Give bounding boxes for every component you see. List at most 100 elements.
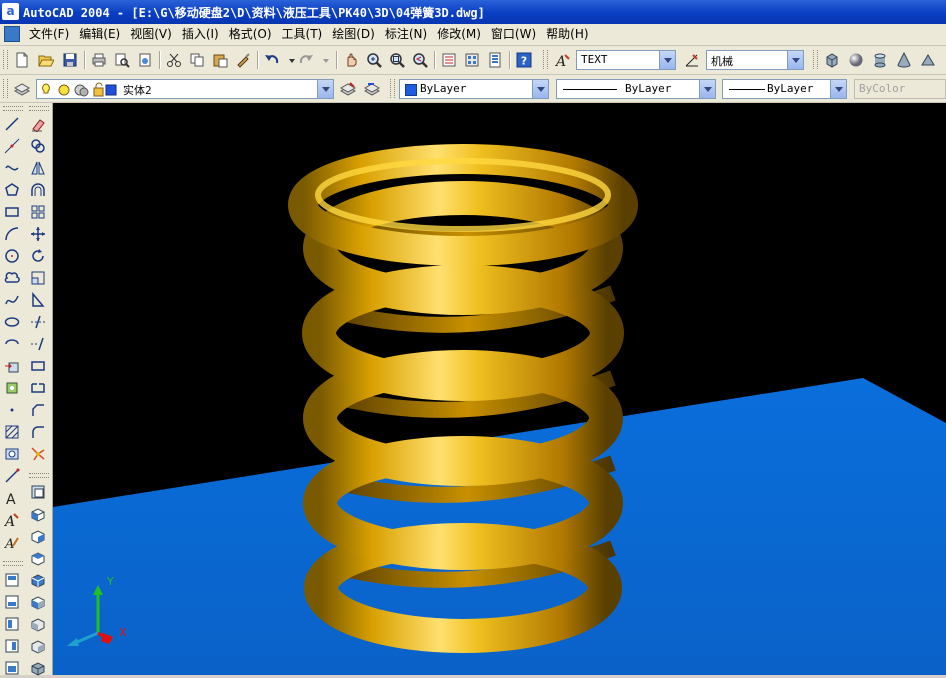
toolbar-grip[interactable] [3, 79, 8, 98]
plot-preview-icon[interactable] [112, 50, 132, 70]
join-icon[interactable] [28, 378, 48, 398]
view-right-icon[interactable] [2, 636, 22, 656]
ellipse-icon[interactable] [2, 312, 22, 332]
save-icon[interactable] [60, 50, 80, 70]
menu-view[interactable]: 视图(V) [125, 24, 177, 45]
view-3d-icon[interactable] [28, 614, 48, 634]
zoom-realtime-icon[interactable] [364, 50, 384, 70]
lineweight-control-dropdown[interactable]: ByLayer [722, 79, 847, 99]
view-top-icon[interactable] [2, 570, 22, 590]
fillet-icon[interactable] [28, 422, 48, 442]
line-icon[interactable] [2, 114, 22, 134]
undo-icon[interactable] [262, 50, 282, 70]
view-sw-iso-icon[interactable] [28, 504, 48, 524]
polyline-icon[interactable] [2, 158, 22, 178]
spline-icon[interactable] [2, 290, 22, 310]
view-bottom-icon[interactable] [2, 592, 22, 612]
toolbar-grip[interactable] [813, 50, 818, 69]
sphere-icon[interactable] [846, 50, 866, 70]
3d-orbit-icon[interactable] [28, 482, 48, 502]
explode-icon[interactable] [28, 444, 48, 464]
toolbar-grip[interactable] [390, 79, 395, 98]
menu-insert[interactable]: 插入(I) [177, 24, 224, 45]
rotate-icon[interactable] [28, 246, 48, 266]
menu-edit[interactable]: 编辑(E) [74, 24, 125, 45]
designcenter-icon[interactable] [462, 50, 482, 70]
insert-block-icon[interactable] [2, 356, 22, 376]
menu-format[interactable]: 格式(O) [224, 24, 277, 45]
paste-icon[interactable] [210, 50, 230, 70]
text-style-icon[interactable]: A [552, 50, 572, 70]
stretch-icon[interactable] [28, 290, 48, 310]
toolbar-grip[interactable] [543, 50, 548, 69]
menu-tools[interactable]: 工具(T) [277, 24, 328, 45]
move-icon[interactable] [28, 224, 48, 244]
make-block-icon[interactable] [2, 378, 22, 398]
toolbar-grip[interactable] [29, 106, 49, 111]
publish-icon[interactable] [135, 50, 155, 70]
cut-icon[interactable] [164, 50, 184, 70]
polygon-icon[interactable] [2, 180, 22, 200]
menu-draw[interactable]: 绘图(D) [327, 24, 380, 45]
layer-dropdown[interactable]: 实体2 [36, 79, 334, 99]
help-icon[interactable]: ? [514, 50, 534, 70]
color-control-dropdown[interactable]: ByLayer [399, 79, 549, 99]
pan-icon[interactable] [341, 50, 361, 70]
text-style-dropdown[interactable]: TEXT [576, 50, 676, 70]
single-line-text-icon[interactable]: A [2, 510, 22, 530]
cylinder-icon[interactable] [870, 50, 890, 70]
menu-file[interactable]: 文件(F) [24, 24, 74, 45]
shade-icon[interactable] [28, 658, 48, 678]
scale-icon[interactable] [28, 268, 48, 288]
copy-icon[interactable] [187, 50, 207, 70]
autocad-app-icon[interactable]: a [2, 3, 19, 20]
extend-icon[interactable] [28, 334, 48, 354]
linetype-control-dropdown[interactable]: ByLayer [556, 79, 716, 99]
zoom-previous-icon[interactable] [410, 50, 430, 70]
properties-icon[interactable] [439, 50, 459, 70]
model-space-3d-view[interactable]: Y X [53, 103, 946, 675]
view-back-icon[interactable] [28, 592, 48, 612]
construction-line-icon[interactable] [2, 136, 22, 156]
layer-manager-icon[interactable] [12, 79, 32, 99]
view-ne-iso-icon[interactable] [28, 548, 48, 568]
view-nw-iso-icon[interactable] [28, 570, 48, 590]
dim-style-icon[interactable] [682, 50, 702, 70]
chamfer-icon[interactable] [28, 400, 48, 420]
dim-style-dropdown[interactable]: 机械 [706, 50, 804, 70]
box-icon[interactable] [822, 50, 842, 70]
table-icon[interactable] [2, 466, 22, 486]
revision-cloud-icon[interactable] [2, 268, 22, 288]
trim-icon[interactable] [28, 312, 48, 332]
match-properties-icon[interactable] [233, 50, 253, 70]
hatch-icon[interactable] [2, 422, 22, 442]
plot-icon[interactable] [89, 50, 109, 70]
view-se-iso-icon[interactable] [28, 526, 48, 546]
toolbar-grip[interactable] [3, 561, 23, 566]
toolbar-grip[interactable] [3, 50, 8, 69]
tool-palettes-icon[interactable] [485, 50, 505, 70]
zoom-window-icon[interactable] [387, 50, 407, 70]
dimension-style-icon[interactable]: A [2, 532, 22, 552]
redo-dropdown-icon[interactable] [316, 50, 336, 70]
menu-window[interactable]: 窗口(W) [486, 24, 541, 45]
open-icon[interactable] [36, 50, 56, 70]
toolbar-grip[interactable] [29, 473, 49, 478]
view-left-icon[interactable] [2, 614, 22, 634]
view-front-icon[interactable] [2, 658, 22, 678]
menu-dimension[interactable]: 标注(N) [380, 24, 432, 45]
menu-help[interactable]: 帮助(H) [541, 24, 593, 45]
redo-icon[interactable] [296, 50, 316, 70]
multiline-text-icon[interactable]: A [2, 488, 22, 508]
rectangle-icon[interactable] [2, 202, 22, 222]
layer-previous-icon[interactable] [362, 79, 382, 99]
drawing-viewport[interactable]: Y X [53, 103, 946, 675]
menu-modify[interactable]: 修改(M) [432, 24, 486, 45]
array-icon[interactable] [28, 202, 48, 222]
arc-icon[interactable] [2, 224, 22, 244]
break-icon[interactable] [28, 356, 48, 376]
document-icon[interactable] [4, 26, 20, 42]
copy-object-icon[interactable] [28, 136, 48, 156]
circle-icon[interactable] [2, 246, 22, 266]
mirror-icon[interactable] [28, 158, 48, 178]
